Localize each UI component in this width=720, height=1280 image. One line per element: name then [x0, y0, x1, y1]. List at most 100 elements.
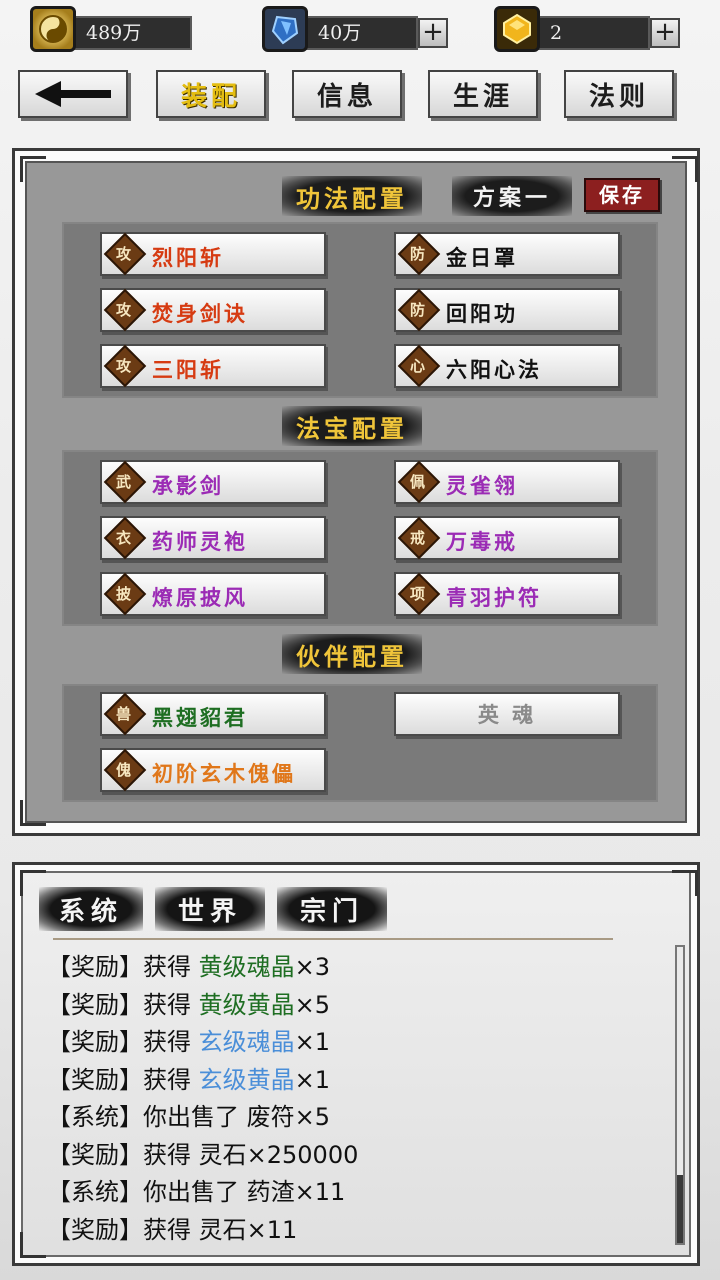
gold-crystal-icon [494, 6, 540, 52]
item-name: 黑翅貂君 [152, 705, 248, 730]
item-name: 六阳心法 [446, 357, 542, 382]
chat-tab-sect[interactable]: 宗门 [277, 887, 387, 931]
item-name: 金日罩 [446, 245, 518, 270]
item-name: 焚身剑诀 [152, 301, 248, 326]
message-item: 黄级黄晶 [198, 990, 295, 1019]
message-quantity: ×3 [294, 953, 331, 981]
message-item: 废符 [246, 1103, 295, 1131]
partner-slot[interactable]: 傀初阶玄木傀儡 [100, 748, 326, 792]
message-quantity: ×11 [294, 1178, 346, 1206]
gem-counter: 40万 + [262, 6, 452, 52]
save-button[interactable]: 保存 [584, 178, 660, 212]
treasures-section-title: 法宝配置 [282, 406, 422, 446]
message-item: 灵石 [198, 1140, 247, 1169]
chat-tab-system[interactable]: 系统 [39, 887, 143, 931]
plan-selector[interactable]: 方案一 [452, 176, 572, 216]
panel-corner-ornament [672, 156, 698, 182]
item-name: 三阳斩 [152, 357, 224, 382]
tab-career[interactable]: 生涯 [428, 70, 538, 118]
blue-gem-icon [262, 6, 308, 52]
message-item: 玄级黄晶 [198, 1065, 295, 1094]
gold-add-button[interactable]: + [650, 18, 680, 48]
chat-message: 【系统】你出售了 药渣×11 [47, 1172, 345, 1207]
message-prefix: 【系统】你出售了 [47, 1103, 247, 1131]
chat-message: 【奖励】获得 灵石×250000 [47, 1135, 358, 1170]
message-prefix: 【奖励】获得 [47, 990, 199, 1019]
item-type-label: 兽 [115, 705, 134, 723]
skill-slot[interactable]: 攻三阳斩 [100, 344, 326, 388]
message-quantity: ×1 [294, 1065, 331, 1094]
chat-message: 【奖励】获得 黄级黄晶×5 [47, 985, 330, 1020]
message-prefix: 【奖励】获得 [47, 1140, 199, 1169]
partner-slot[interactable]: 兽黑翅貂君 [100, 692, 326, 736]
item-type-label: 攻 [115, 357, 134, 375]
item-type-label: 防 [409, 301, 428, 319]
panel-corner-ornament [20, 1232, 46, 1258]
item-type-label: 防 [409, 245, 428, 263]
item-type-label: 武 [115, 473, 134, 491]
item-type-label: 傀 [115, 761, 134, 779]
back-arrow-icon [35, 81, 111, 107]
tab-equip[interactable]: 装配 [156, 70, 266, 118]
item-name: 药师灵袍 [152, 529, 248, 554]
skill-slot[interactable]: 攻焚身剑诀 [100, 288, 326, 332]
item-type-label: 项 [409, 585, 428, 603]
yin-yang-coin-icon [30, 6, 76, 52]
message-prefix: 【奖励】获得 [47, 1215, 199, 1244]
message-item: 黄级魂晶 [198, 953, 295, 981]
chat-scrollbar-thumb[interactable] [677, 1175, 683, 1243]
message-item: 药渣 [246, 1178, 295, 1206]
panel-corner-ornament [20, 800, 46, 826]
item-name: 烈阳斩 [152, 245, 224, 270]
chat-scrollbar[interactable] [675, 945, 685, 1245]
skill-slot[interactable]: 防金日罩 [394, 232, 620, 276]
message-prefix: 【奖励】获得 [47, 953, 199, 981]
message-quantity: ×5 [294, 990, 331, 1019]
treasure-slot[interactable]: 佩灵雀翎 [394, 460, 620, 504]
back-button[interactable] [18, 70, 128, 118]
spirit-stone-counter: 489万 [30, 6, 192, 52]
item-name: 燎原披风 [152, 585, 248, 610]
treasure-slot[interactable]: 武承影剑 [100, 460, 326, 504]
message-quantity: ×5 [294, 1103, 331, 1131]
skills-section-title: 功法配置 [282, 176, 422, 216]
item-name: 承影剑 [152, 473, 224, 498]
chat-log-panel: 系统 世界 宗门 【奖励】获得 黄级魂晶×3 【奖励】获得 黄级黄晶×5 【奖励】获… [12, 862, 700, 1266]
skill-slot[interactable]: 攻烈阳斩 [100, 232, 326, 276]
item-name: 万毒戒 [446, 529, 518, 554]
chat-divider [53, 938, 613, 940]
message-quantity: ×1 [294, 1028, 331, 1056]
item-type-label: 佩 [409, 473, 428, 491]
message-quantity: ×11 [246, 1215, 298, 1244]
message-item: 玄级魂晶 [198, 1028, 295, 1056]
message-prefix: 【系统】你出售了 [47, 1178, 247, 1206]
chat-message: 【系统】你出售了 废符×5 [47, 1097, 330, 1132]
treasure-slot[interactable]: 衣药师灵袍 [100, 516, 326, 560]
gold-counter: 2 + [494, 6, 684, 52]
message-quantity: ×250000 [246, 1140, 359, 1169]
panel-corner-ornament [20, 870, 46, 896]
skill-slot[interactable]: 心六阳心法 [394, 344, 620, 388]
chat-message: 【奖励】获得 玄级魂晶×1 [47, 1022, 330, 1057]
skill-slot[interactable]: 防回阳功 [394, 288, 620, 332]
partners-section-title: 伙伴配置 [282, 634, 422, 674]
message-prefix: 【奖励】获得 [47, 1028, 199, 1056]
item-type-label: 攻 [115, 301, 134, 319]
item-type-label: 披 [115, 585, 134, 603]
item-type-label: 衣 [115, 529, 134, 547]
item-type-label: 心 [409, 357, 428, 375]
treasure-slot[interactable]: 项青羽护符 [394, 572, 620, 616]
item-type-label: 戒 [409, 529, 428, 547]
treasure-slot[interactable]: 披燎原披风 [100, 572, 326, 616]
chat-tab-world[interactable]: 世界 [155, 887, 265, 931]
gem-add-button[interactable]: + [418, 18, 448, 48]
panel-corner-ornament [672, 870, 698, 896]
treasure-slot[interactable]: 戒万毒戒 [394, 516, 620, 560]
message-item: 灵石 [198, 1215, 247, 1244]
hero-soul-slot[interactable]: 英 魂 [394, 692, 620, 736]
tab-rules[interactable]: 法则 [564, 70, 674, 118]
tab-info[interactable]: 信息 [292, 70, 402, 118]
panel-corner-ornament [20, 156, 46, 182]
message-prefix: 【奖励】获得 [47, 1065, 199, 1094]
chat-message: 【奖励】获得 灵石×11 [47, 1210, 297, 1245]
